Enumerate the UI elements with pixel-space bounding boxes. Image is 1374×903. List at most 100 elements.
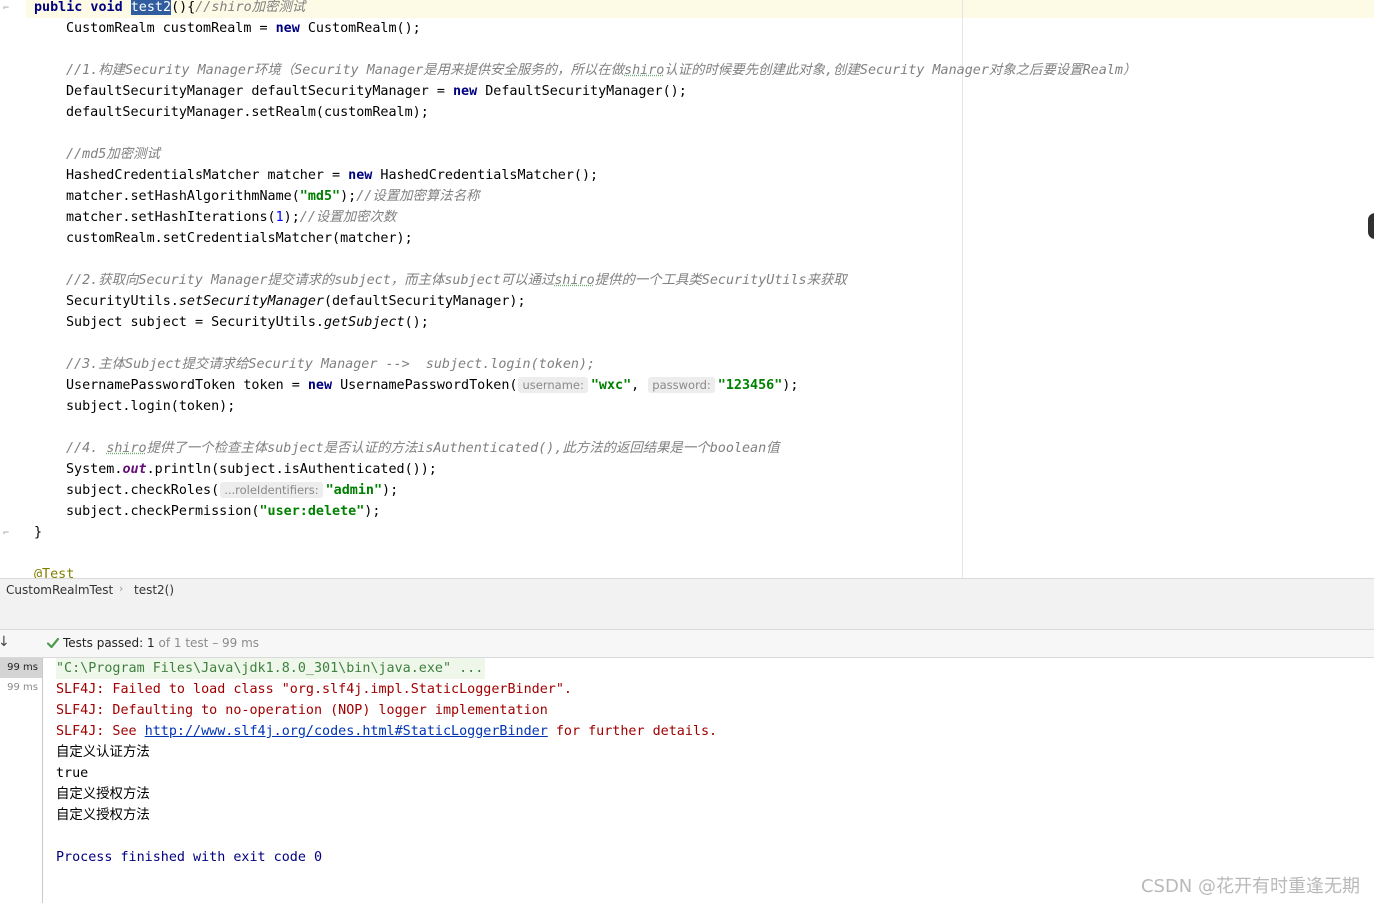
code-line[interactable]: subject.checkRoles(...roleIdentifiers: "a… (66, 480, 398, 501)
string-literal: "123456" (717, 378, 783, 393)
code-line[interactable]: //3.主体Subject提交请求给Security Manager --> s… (66, 354, 595, 375)
code-text: SecurityUtils. (66, 294, 179, 309)
static-method: getSubject (323, 315, 405, 330)
test-tree-row[interactable]: 99 ms (0, 678, 42, 698)
watermark: CSDN @花开有时重逢无期 (1140, 876, 1360, 897)
console-output[interactable]: "C:\Program Files\Java\jdk1.8.0_301\bin\… (43, 658, 1374, 903)
code-text: (); (404, 315, 429, 330)
selected-method-name[interactable]: test2 (130, 0, 172, 15)
code-line[interactable]: public void test2(){//shiro加密测试 (34, 0, 305, 18)
parameter-hint: password: (648, 377, 715, 393)
code-text: subject.checkRoles( (66, 483, 220, 498)
code-line[interactable]: //4. shiro提供了一个检查主体subject是否认证的方法isAuthe… (66, 438, 780, 459)
code-comment: shiro (554, 273, 595, 288)
code-comment: shiro (106, 441, 147, 456)
test-run-status-bar: ↓ Tests passed: 1 of 1 test – 99 ms (0, 630, 1374, 658)
console-output-line: 自定义认证方法 (56, 745, 150, 760)
check-icon (46, 637, 60, 649)
code-line[interactable]: subject.login(token); (66, 396, 235, 417)
code-line[interactable]: System.out.println(subject.isAuthenticat… (66, 459, 437, 480)
code-text: System. (66, 462, 123, 477)
code-text: HashedCredentialsMatcher(); (372, 168, 599, 183)
code-text: defaultSecurityManager.setRealm(customRe… (66, 105, 429, 120)
code-line[interactable]: //1.构建Security Manager环境（Security Manage… (66, 60, 1136, 81)
code-line[interactable]: CustomRealm customRealm = new CustomReal… (66, 18, 421, 39)
code-comment: //设置加密次数 (299, 210, 397, 225)
console-command-line[interactable]: "C:\Program Files\Java\jdk1.8.0_301\bin\… (56, 658, 486, 679)
console-error-line: SLF4J: See http://www.slf4j.org/codes.ht… (56, 724, 718, 739)
chevron-right-icon: › (119, 582, 124, 595)
code-line[interactable]: defaultSecurityManager.setRealm(customRe… (66, 102, 429, 123)
annotation: @Test (34, 567, 75, 578)
console-error-line: SLF4J: Failed to load class "org.slf4j.i… (56, 682, 572, 697)
code-line[interactable]: subject.checkPermission("user:delete"); (66, 501, 380, 522)
code-line[interactable]: DefaultSecurityManager defaultSecurityMa… (66, 81, 687, 102)
console-error-line: SLF4J: Defaulting to no-operation (NOP) … (56, 703, 548, 718)
code-line[interactable]: HashedCredentialsMatcher matcher = new H… (66, 165, 598, 186)
code-line[interactable]: Subject subject = SecurityUtils.getSubje… (66, 312, 429, 333)
code-text: customRealm.setCredentialsMatcher(matche… (66, 231, 413, 246)
fold-marker-icon[interactable]: ⌐ (3, 528, 9, 539)
code-text: ); (283, 210, 300, 225)
string-literal: "user:delete" (259, 504, 365, 519)
code-text: , (631, 378, 648, 393)
code-comment: shiro (624, 63, 665, 78)
static-method: setSecurityManager (178, 294, 324, 309)
parameter-hint: username: (518, 377, 588, 393)
code-line[interactable]: matcher.setHashIterations(1);//设置加密次数 (66, 207, 396, 228)
string-literal: "admin" (325, 483, 383, 498)
code-line[interactable]: SecurityUtils.setSecurityManager(default… (66, 291, 526, 312)
keyword: new (452, 84, 478, 99)
arrow-left-icon[interactable]: ↓ (0, 634, 10, 650)
code-text: ); (382, 483, 399, 498)
parameter-hint: ...roleIdentifiers: (220, 482, 323, 498)
code-line[interactable]: //2.获取向Security Manager提交请求的subject，而主体s… (66, 270, 847, 291)
code-editor[interactable]: ⌐ ⌐ public void test2(){//shiro加密测试 Cust… (0, 0, 1374, 578)
code-comment: //shiro加密测试 (195, 0, 306, 15)
code-text: CustomRealm(); (299, 21, 421, 36)
code-line[interactable]: } (34, 522, 42, 543)
code-comment: 提供的一个工具类SecurityUtils来获取 (594, 273, 847, 288)
breadcrumb-item-method[interactable]: test2() (134, 583, 174, 597)
code-comment: //md5加密测试 (66, 147, 160, 162)
test-tree: 99 ms 99 ms (0, 658, 43, 903)
code-line[interactable]: matcher.setHashAlgorithmName("md5");//设置… (66, 186, 479, 207)
breadcrumb: CustomRealmTest › test2() (0, 578, 1374, 604)
fold-marker-icon[interactable]: ⌐ (3, 3, 9, 14)
right-margin-guide (962, 0, 963, 578)
code-text: Subject subject = SecurityUtils. (66, 315, 324, 330)
code-line[interactable]: UsernamePasswordToken token = new Userna… (66, 375, 798, 396)
code-text: ); (364, 504, 381, 519)
code-comment: //1.构建Security Manager环境（Security Manage… (66, 63, 625, 78)
code-line[interactable]: //md5加密测试 (66, 144, 160, 165)
code-line[interactable]: customRealm.setCredentialsMatcher(matche… (66, 228, 413, 249)
code-comment: //2.获取向Security Manager提交请求的subject，而主体s… (66, 273, 555, 288)
code-text: matcher.setHashAlgorithmName( (66, 189, 300, 204)
editor-gutter[interactable] (0, 0, 26, 578)
code-comment: //4. (66, 441, 107, 456)
static-field: out (122, 462, 147, 477)
code-text: CustomRealm customRealm = (66, 21, 276, 36)
test-tree-row[interactable]: 99 ms (0, 658, 42, 678)
code-text: matcher.setHashIterations( (66, 210, 276, 225)
code-comment: 提供了一个检查主体subject是否认证的方法isAuthenticated()… (146, 441, 780, 456)
code-text: UsernamePasswordToken( (332, 378, 518, 393)
code-line[interactable]: @Test (34, 564, 74, 578)
console-link[interactable]: http://www.slf4j.org/codes.html#StaticLo… (145, 724, 548, 739)
breadcrumb-item-class[interactable]: CustomRealmTest (6, 583, 113, 597)
code-text: } (34, 525, 43, 540)
number-literal: 1 (275, 210, 284, 225)
console-output-line: 自定义授权方法 (56, 787, 150, 802)
console-output-line: 自定义授权方法 (56, 808, 150, 823)
keyword: new (348, 168, 373, 183)
scroll-thumb[interactable] (1368, 213, 1374, 239)
code-text: ); (340, 189, 357, 204)
string-literal: "wxc" (590, 378, 632, 393)
code-text: HashedCredentialsMatcher matcher = (66, 168, 349, 183)
string-literal: "md5" (299, 189, 341, 204)
tool-window-header (0, 603, 1374, 630)
code-text: (defaultSecurityManager); (324, 294, 526, 309)
console-output-line: true (56, 766, 89, 781)
keyword: public void (34, 0, 131, 15)
code-text: subject.login(token); (66, 399, 236, 414)
